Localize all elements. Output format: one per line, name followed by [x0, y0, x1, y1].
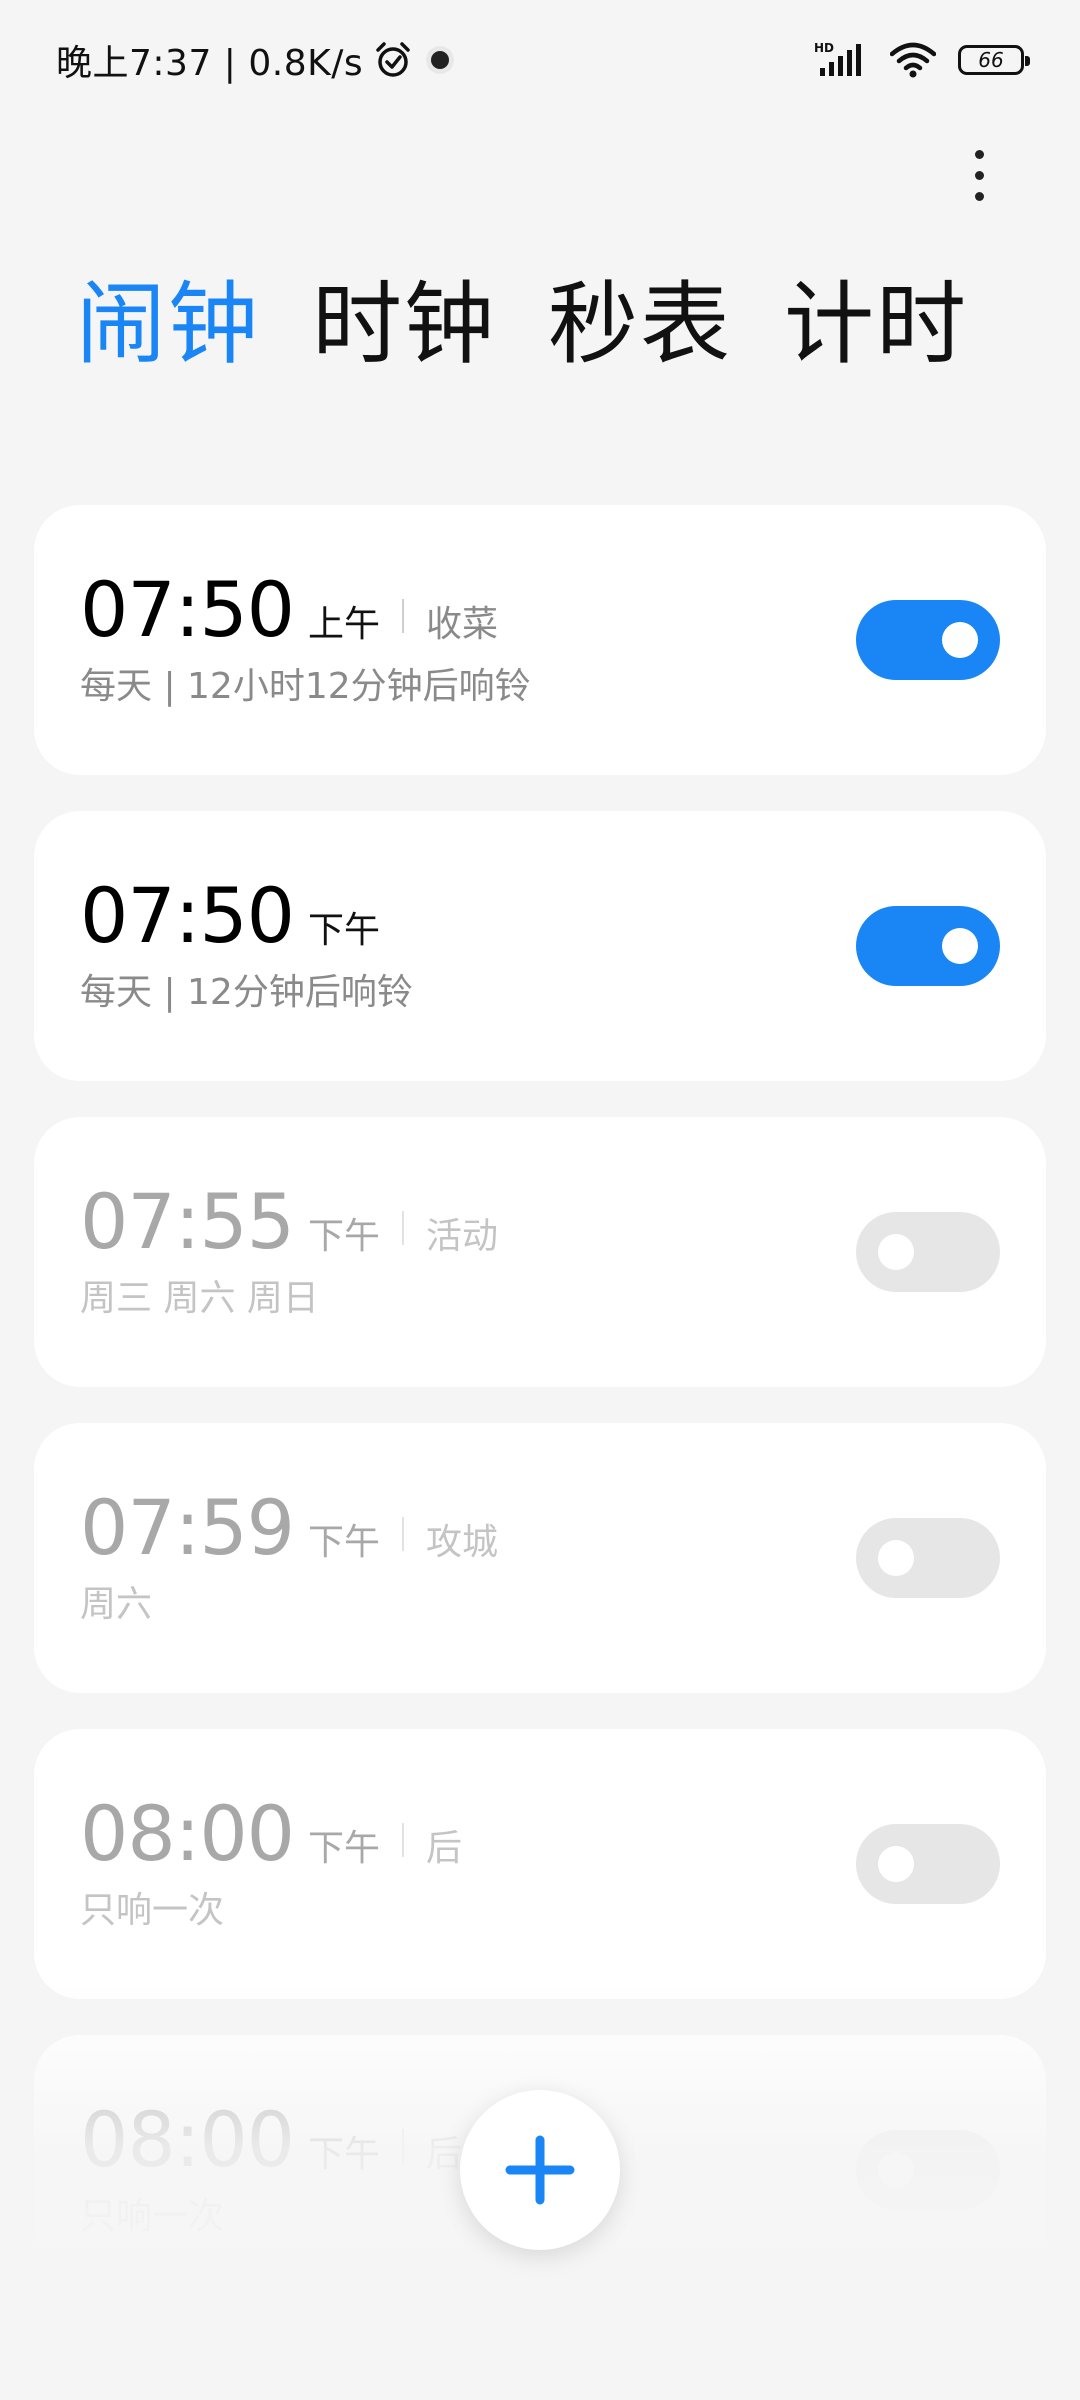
tab-clock[interactable]: 时钟 — [312, 270, 496, 380]
alarm-label: 收菜 — [426, 604, 499, 645]
alarm-toggle[interactable] — [856, 600, 1000, 680]
alarm-toggle[interactable] — [856, 1212, 1000, 1292]
status-left: 晚上7:37 | 0.8K/s — [56, 34, 457, 86]
toggle-knob — [942, 622, 978, 658]
alarm-card[interactable]: 07:59 下午 攻城 周六 — [34, 1423, 1046, 1693]
alarm-card[interactable]: 07:55 下午 活动 周三 周六 周日 — [34, 1117, 1046, 1387]
alarm-divider — [402, 598, 405, 633]
alarm-time: 07:55 — [80, 1177, 295, 1266]
alarm-time: 08:00 — [80, 1789, 295, 1878]
alarm-time: 08:00 — [80, 2095, 295, 2184]
alarm-toggle[interactable] — [856, 1824, 1000, 1904]
alarm-divider — [402, 2128, 405, 2163]
alarm-time-row: 08:00 下午 后 — [80, 1789, 462, 1878]
toggle-knob — [878, 2152, 914, 2188]
more-vertical-icon-dot — [974, 191, 984, 201]
tab-alarm[interactable]: 闹钟 — [76, 270, 260, 380]
clock-app-screen: 晚上7:37 | 0.8K/s HD 66 闹钟 时钟 秒表 计时 07:50 … — [0, 0, 1080, 2400]
alarm-label: 后 — [426, 1828, 463, 1869]
tab-timer[interactable]: 计时 — [784, 270, 968, 380]
alarm-toggle[interactable] — [856, 906, 1000, 986]
svg-text:HD: HD — [814, 41, 834, 55]
alarm-repeat-info: 每天 | 12分钟后响铃 — [80, 972, 413, 1013]
alarm-repeat-info: 只响一次 — [80, 2196, 225, 2237]
alarm-card[interactable]: 08:00 下午 后 只响一次 — [34, 1729, 1046, 1999]
alarm-time-row: 07:50 下午 — [80, 871, 380, 960]
more-vertical-icon-dot — [974, 149, 984, 159]
toggle-knob — [942, 928, 978, 964]
status-right: HD 66 — [814, 40, 1030, 80]
hd-signal-icon: HD — [814, 40, 868, 80]
alarm-ampm: 上午 — [308, 604, 381, 645]
alarm-card[interactable]: 07:50 下午 每天 | 12分钟后响铃 — [34, 811, 1046, 1081]
battery-level: 66 — [978, 48, 1004, 72]
alarm-ampm: 下午 — [308, 1216, 381, 1257]
alarm-label: 攻城 — [426, 1522, 499, 1563]
alarm-ampm: 下午 — [308, 1522, 381, 1563]
more-vertical-icon-dot — [974, 170, 984, 180]
alarm-label: 后 — [426, 2134, 463, 2175]
alarm-divider — [402, 1516, 405, 1551]
wifi-icon — [890, 42, 936, 78]
alarm-ampm: 下午 — [308, 910, 381, 951]
alarm-divider — [402, 1210, 405, 1245]
alarm-time-row: 07:55 下午 活动 — [80, 1177, 498, 1266]
alarm-time-row: 07:59 下午 攻城 — [80, 1483, 498, 1572]
alarm-toggle[interactable] — [856, 1518, 1000, 1598]
notification-dot-icon — [423, 43, 457, 77]
more-options-button[interactable] — [954, 140, 1004, 210]
alarm-ampm: 下午 — [308, 1828, 381, 1869]
alarm-time-row: 07:50 上午 收菜 — [80, 565, 498, 654]
toggle-knob — [878, 1234, 914, 1270]
alarm-time: 07:50 — [80, 565, 295, 654]
alarm-divider — [402, 1822, 405, 1857]
status-time-speed: 晚上7:37 | 0.8K/s — [56, 43, 364, 84]
alarm-repeat-info: 周三 周六 周日 — [80, 1278, 319, 1319]
battery-icon: 66 — [958, 45, 1030, 75]
alarm-repeat-info: 只响一次 — [80, 1890, 225, 1931]
alarm-time: 07:59 — [80, 1483, 295, 1572]
alarm-card[interactable]: 07:50 上午 收菜 每天 | 12小时12分钟后响铃 — [34, 505, 1046, 775]
alarm-repeat-info: 每天 | 12小时12分钟后响铃 — [80, 666, 531, 707]
alarm-ampm: 下午 — [308, 2134, 381, 2175]
tab-stopwatch[interactable]: 秒表 — [548, 270, 732, 380]
alarm-label: 活动 — [426, 1216, 499, 1257]
status-bar: 晚上7:37 | 0.8K/s HD 66 — [0, 0, 1080, 120]
alarm-time-row: 08:00 下午 后 — [80, 2095, 462, 2184]
add-alarm-button[interactable] — [460, 2090, 620, 2250]
toggle-knob — [878, 1540, 914, 1576]
plus-icon — [505, 2135, 575, 2205]
toggle-knob — [878, 1846, 914, 1882]
alarm-icon — [373, 40, 413, 80]
alarm-toggle[interactable] — [856, 2130, 1000, 2210]
alarm-repeat-info: 周六 — [80, 1584, 153, 1625]
alarm-list: 07:50 上午 收菜 每天 | 12小时12分钟后响铃 07:50 下午 每天… — [34, 505, 1046, 2341]
alarm-time: 07:50 — [80, 871, 295, 960]
tab-bar: 闹钟 时钟 秒表 计时 — [76, 270, 968, 380]
